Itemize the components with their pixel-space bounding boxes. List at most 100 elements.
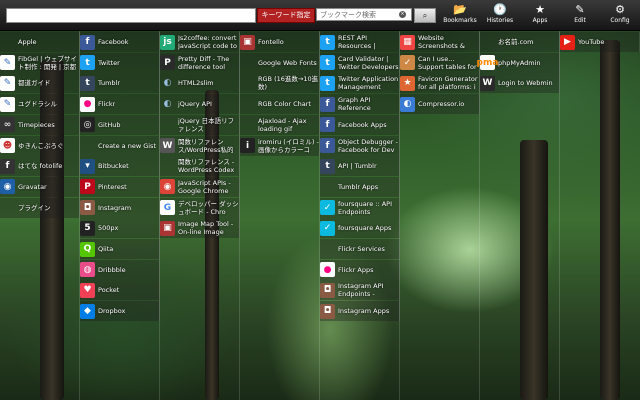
bookmark-item[interactable]: ◘Instagram API Endpoints - Instagram [320,280,400,301]
bookmark-item[interactable]: f Facebook [80,32,160,52]
favicon-icon [320,242,335,257]
favicon-icon: ▣ [240,34,255,50]
bookmark-item[interactable]: ◆ Dropbox [80,301,160,322]
bookmark-item[interactable]: ◘ Instagram Apps [320,301,400,322]
bookmark-item[interactable]: js Js2coffee: convert JavaScript code to [160,32,240,52]
favicon-icon: ◆ [80,303,95,319]
bookmark-item[interactable]: Tumblr Apps [320,176,400,197]
bookmark-item[interactable]: Ajaxload - Ajax loading gif generator [240,114,320,135]
bookmark-item[interactable]: pma phpMyAdmin [477,52,560,73]
bookmark-item[interactable]: f Object Debugger - Facebook for Dev [320,135,400,156]
favicon-icon: W [160,138,175,153]
favicon-icon: ★ [400,75,415,91]
bookmark-item[interactable]: f はてな fotolife [0,156,80,177]
bookmark-item[interactable]: t Twitter [80,52,160,73]
bookmark-search-input[interactable]: ブックマーク検索 [316,8,412,21]
bookmark-item[interactable]: 5 500px [80,218,160,239]
bookmark-item[interactable]: お名前.com [480,32,560,52]
bookmark-item[interactable]: ◐ jQuery API [160,94,240,115]
bookmark-item[interactable]: jQuery 日本語リファレンス [160,114,240,135]
bookmark-item[interactable]: ▾ Bitbucket [80,156,160,177]
apps-label: Apps [532,17,548,24]
bookmark-item[interactable]: ✓ foursquare :: API Endpoints [320,197,400,218]
bookmark-label: Graph API Reference [338,96,371,113]
bookmark-item[interactable]: t Twitter Application Management [320,73,400,94]
bookmark-label: Gravatar [18,182,47,191]
bookmark-item[interactable]: ✓Can I use... Support tables for HTML [400,52,480,73]
favicon-icon: t [320,158,335,174]
favicon-icon: f [320,96,335,112]
bookmark-item[interactable]: RGB (16進数→10進数) [240,73,320,94]
bookmark-item[interactable]: ✎ ユグドラシル [0,94,80,115]
bookmark-item[interactable]: ◘ Instagram [80,197,160,218]
search-button[interactable]: ⌕ [414,8,436,23]
bookmark-item[interactable]: ● Flickr Apps [320,259,400,280]
bookmark-item[interactable]: ✎ FibGel | ウェブサイト制作 : 開発 | 京都 [0,52,80,73]
bookmark-item[interactable]: ◐ Compressor.io [400,94,480,115]
bookmark-item[interactable]: ∞ Timepieces [0,114,80,135]
histories-label: Histories [486,17,514,24]
bookmark-item[interactable]: t Tumblr [80,73,160,94]
bookmark-item[interactable]: ✓ foursquare Apps [320,218,400,239]
config-button[interactable]: ⚙ Config [600,3,640,29]
histories-button[interactable]: 🕐 Histories [480,3,520,29]
bookmark-item[interactable]: W関数リファレンス/WordPress私的マニュアル [160,135,240,156]
bookmark-item[interactable]: ◉ Gravatar [0,176,80,197]
bookmark-item[interactable]: t Card Validator | Twitter Developers [320,52,400,73]
bookmark-item[interactable]: tREST API Resources | Twitter Develo [320,32,400,52]
bookmark-item[interactable]: ✎ 都道ガイド [0,73,80,94]
bookmark-item[interactable]: ● Flickr [80,94,160,115]
bookmark-item[interactable]: ▣Image Map Tool - On-line Image Map [160,218,240,239]
favicon-icon: ▾ [80,158,95,174]
bookmark-label: Image Map Tool - On-line Image Map [178,220,234,237]
bookmark-item[interactable]: P Pretty Diff - The difference tool [160,52,240,73]
bookmarks-button[interactable]: 📂 Bookmarks [440,3,480,29]
favicon-icon: ◐ [163,78,172,89]
bookmark-item[interactable]: Apple [0,32,80,52]
bookmark-label: Dropbox [98,307,126,316]
favicon-icon: ✎ [0,75,15,91]
edit-button[interactable]: ✎ Edit [560,3,600,29]
bookmark-item[interactable]: ▦Website Screenshots & Responsive De [400,32,480,52]
favicon-icon: t [80,75,95,91]
clear-icon[interactable]: × [399,11,406,18]
bookmark-item[interactable]: ♥ Pocket [80,280,160,301]
favicon-icon: pma [477,55,498,71]
bookmark-item[interactable]: ▣ Fontello [240,32,320,52]
bookmark-item[interactable]: G デベロッパー ダッシュボード - Chro [160,197,240,218]
bookmark-label: Flickr [98,100,116,109]
keyword-input[interactable] [6,8,256,23]
bookmark-item[interactable]: RGB Color Chart [240,94,320,115]
bookmark-item[interactable]: P Pinterest [80,176,160,197]
favicon-icon [240,76,255,91]
bookmark-item[interactable]: f Graph API Reference [320,94,400,115]
keyword-button[interactable]: キーワード指定 [257,8,315,23]
favicon-icon: ◍ [80,262,95,278]
bookmark-label: Object Debugger - Facebook for Dev [338,137,398,154]
bookmark-label: ユグドラシル [18,100,57,109]
bookmark-item[interactable]: ◎ GitHub [80,114,160,135]
bookmark-label: Favicon Generator for all platforms: i [418,75,478,92]
bookmark-label: はてな fotolife [18,162,63,171]
bookmark-label: RGB (16進数→10進数) [258,75,319,92]
bookmark-item[interactable]: W Login to Webmin [480,73,560,94]
bookmark-item[interactable]: ◉ JavaScript APIs - Google Chrome [160,176,240,197]
bookmark-item[interactable]: ★ Favicon Generator for all platforms: i [400,73,480,94]
bookmark-item[interactable]: ▶ YouTube [560,32,640,52]
bookmarks-icon: 📂 [453,3,467,16]
bookmark-item[interactable]: ☻ ゆきんこぷろぐ [0,135,80,156]
bookmark-item[interactable]: ◐ HTML2slim [160,73,240,94]
bookmark-item[interactable]: Google Web Fonts [240,52,320,73]
bookmark-item[interactable]: Create a new Gist [80,135,160,156]
bookmark-item[interactable]: プラグイン [0,197,80,218]
bookmark-label: Compressor.io [418,100,465,109]
bookmark-item[interactable]: Q Qiita [80,239,160,259]
bookmark-item[interactable]: 関数リファレンス - WordPress Codex [160,156,240,177]
bookmark-item[interactable]: Flickr Services [320,239,400,259]
bookmark-item[interactable]: i iromiru (イロミル) - 画像からカラーコ [240,135,320,156]
bookmark-label: Twitter Application Management [338,75,399,92]
apps-button[interactable]: ★ Apps [520,3,560,29]
bookmark-item[interactable]: t API | Tumblr [320,156,400,177]
bookmark-item[interactable]: f Facebook Apps [320,114,400,135]
bookmark-item[interactable]: ◍ Dribbble [80,259,160,280]
